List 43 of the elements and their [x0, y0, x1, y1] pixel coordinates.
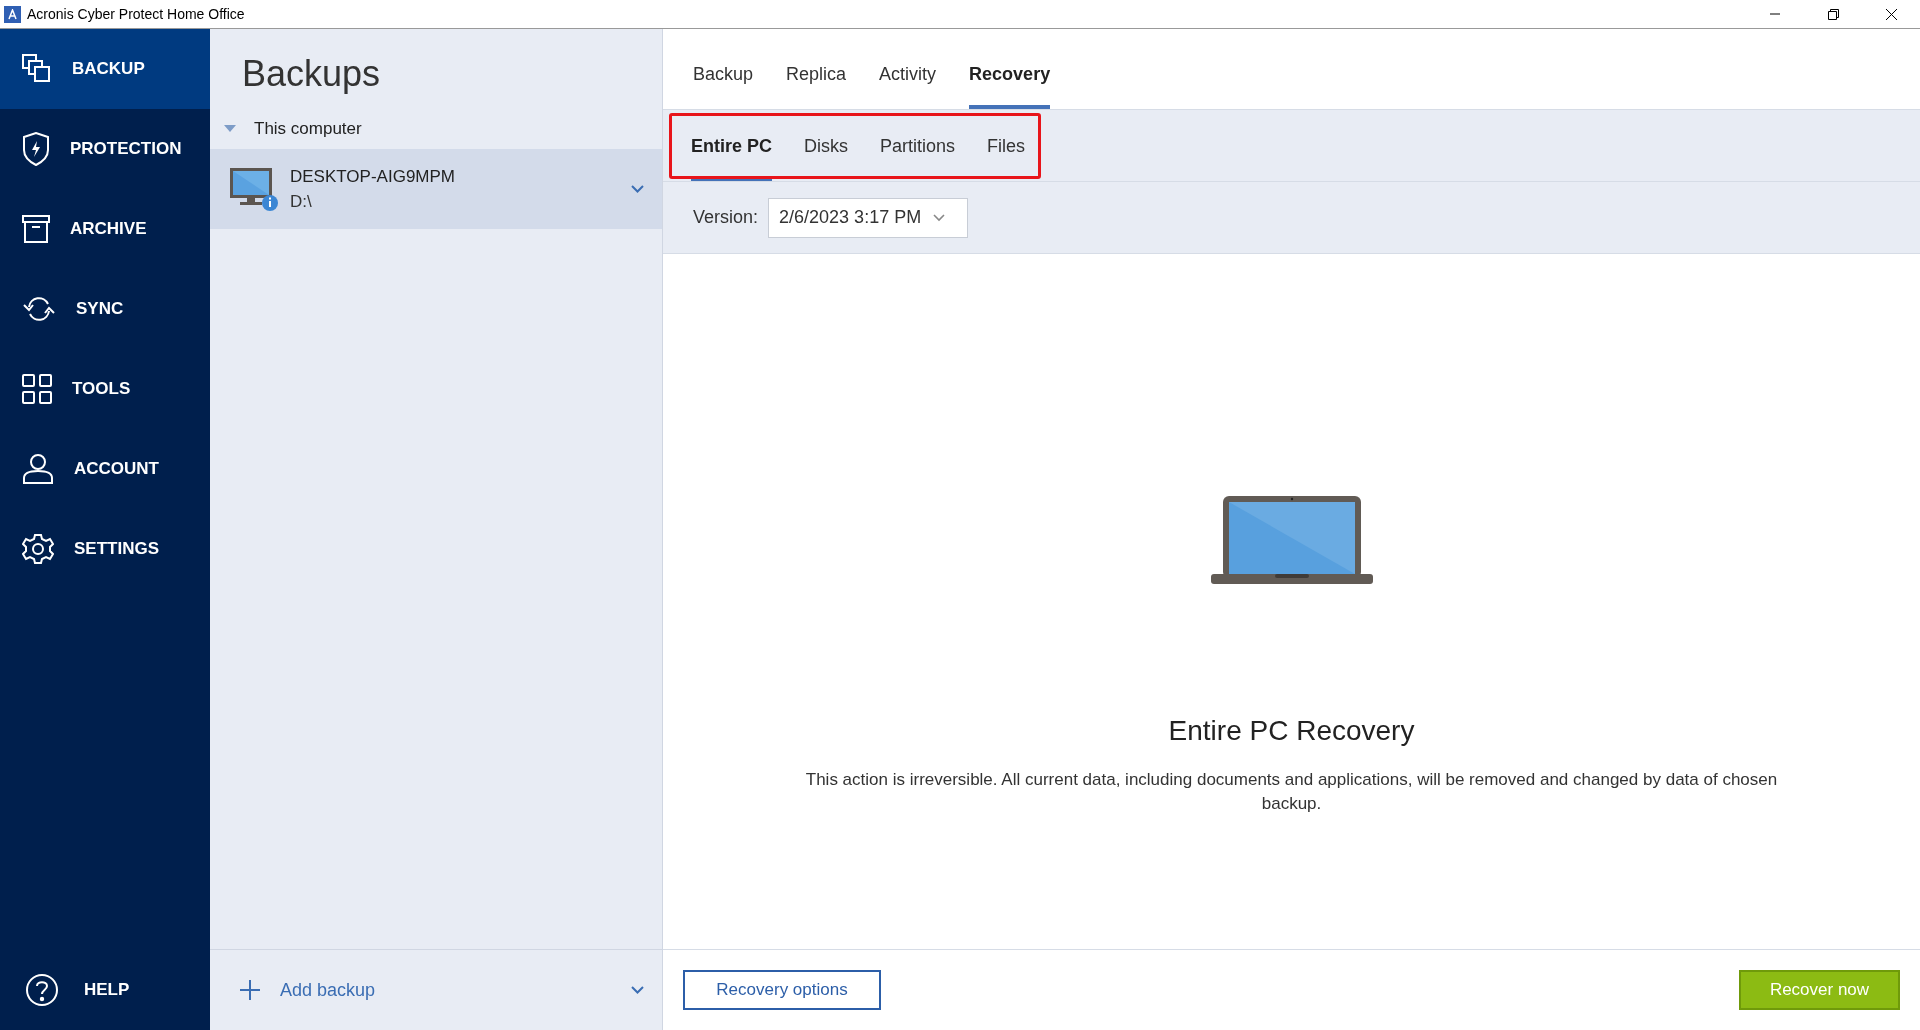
nav-item[interactable]: TOOLS	[0, 349, 210, 429]
tab[interactable]: Activity	[879, 57, 937, 109]
monitor-icon	[228, 166, 280, 212]
help-nav-item[interactable]: HELP	[0, 950, 210, 1030]
nav-item[interactable]: ARCHIVE	[0, 189, 210, 269]
backup-icon	[22, 54, 52, 84]
tab[interactable]: Disks	[804, 129, 849, 181]
archive-box-icon	[22, 215, 50, 243]
chevron-down-icon[interactable]	[631, 185, 644, 193]
content-title: Entire PC Recovery	[1168, 714, 1415, 748]
version-dropdown[interactable]: 2/6/2023 3:17 PM	[768, 197, 969, 238]
expand-arrow-icon	[224, 125, 236, 133]
tab[interactable]: Partitions	[880, 129, 956, 181]
content-description: This action is irreversible. All current data, including documents and applications, will be removed and changed by data of chosen backup.	[804, 769, 1779, 815]
help-icon	[25, 973, 59, 1007]
add-backup-button[interactable]: Add backup	[210, 949, 662, 1030]
nav-item[interactable]: BACKUP	[0, 29, 210, 109]
plus-icon	[240, 980, 260, 1000]
backup-path: D:\	[290, 191, 313, 213]
nav-item[interactable]: PROTECTION	[0, 109, 210, 189]
window-title: Acronis Cyber Protect Home Office	[27, 4, 245, 24]
version-label: Version:	[693, 206, 759, 229]
group-header[interactable]: This computer	[210, 109, 662, 149]
app-logo-icon	[4, 5, 21, 23]
close-icon	[1885, 8, 1897, 20]
tab[interactable]: Replica	[786, 57, 847, 109]
recovery-options-button[interactable]: Recovery options	[683, 970, 881, 1010]
nav-item[interactable]: SETTINGS	[0, 509, 210, 589]
user-icon	[22, 454, 54, 484]
settings-icon	[22, 533, 54, 565]
shield-icon	[22, 132, 50, 166]
sync-icon	[22, 295, 56, 323]
backup-item[interactable]: DESKTOP-AIG9MPM D:\	[210, 149, 662, 229]
nav-item[interactable]: ACCOUNT	[0, 429, 210, 509]
backup-name: DESKTOP-AIG9MPM	[290, 165, 455, 188]
chevron-down-icon	[631, 986, 644, 994]
panel-title: Backups	[241, 52, 382, 96]
restore-icon	[1827, 8, 1839, 20]
grid-icon	[22, 374, 52, 404]
tab[interactable]: Files	[987, 129, 1026, 181]
nav-item[interactable]: SYNC	[0, 269, 210, 349]
caret-icon	[933, 213, 946, 222]
tab[interactable]: Backup	[693, 57, 754, 109]
